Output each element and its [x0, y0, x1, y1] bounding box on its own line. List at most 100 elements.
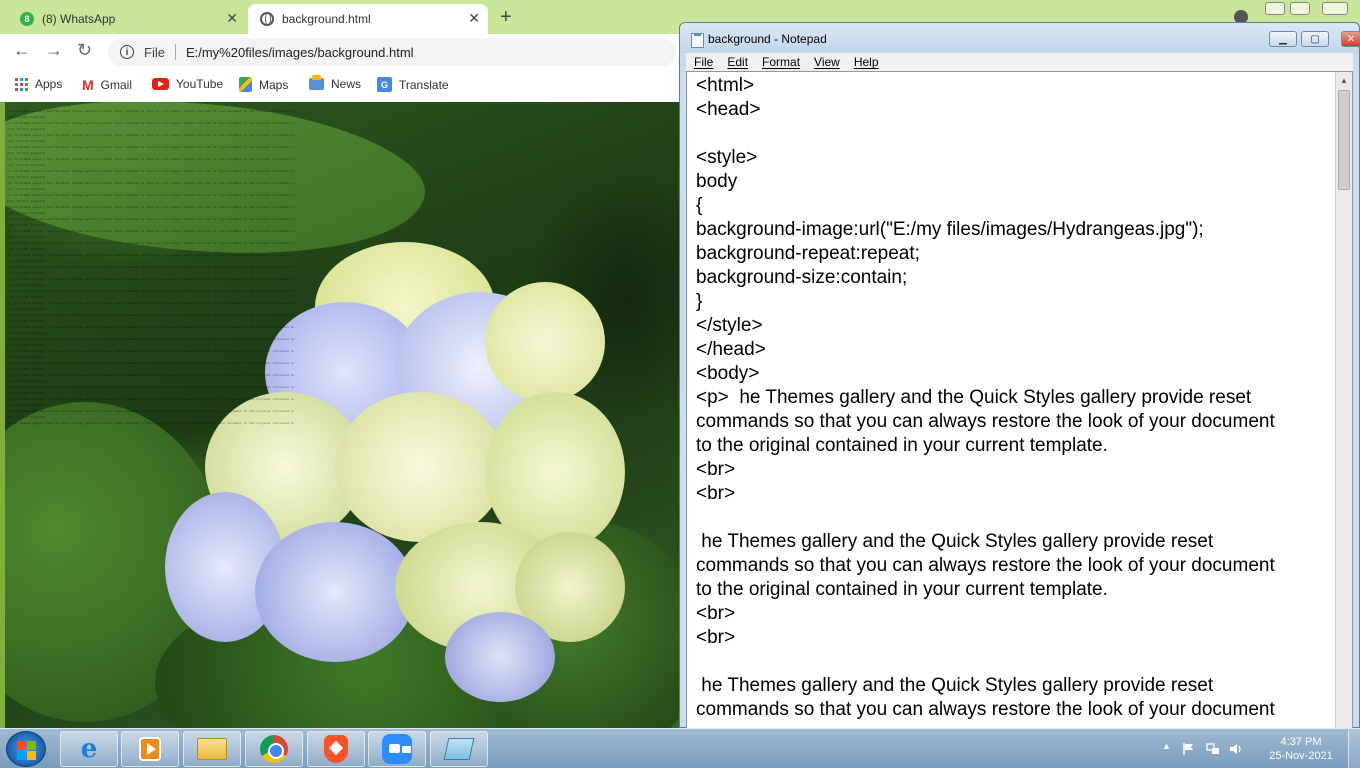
address-bar[interactable]: i File E:/my%20files/images/background.h… [108, 38, 676, 66]
bookmark-maps[interactable]: Maps [239, 77, 288, 92]
menu-format[interactable]: Format [762, 55, 800, 69]
taskbar-internet-explorer[interactable]: e [60, 731, 118, 767]
notepad-line: to the original contained in your curren… [696, 435, 1108, 456]
close-button[interactable]: ✕ [1341, 31, 1360, 47]
system-tray: ▲ 4:37 PM 25-Nov-2021 [1156, 729, 1360, 768]
maximize-button[interactable]: ▢ [1301, 31, 1329, 47]
reload-icon[interactable]: ↻ [77, 40, 92, 61]
page-paragraph-text: <p> he Themes gallery and the Quick Styl… [7, 109, 295, 428]
notepad-line: <br> [696, 627, 736, 648]
notepad-text-area[interactable]: <html> <head> <style> body {background-imag… [686, 71, 1353, 729]
back-icon[interactable]: ← [13, 40, 31, 61]
info-icon[interactable]: i [120, 45, 134, 59]
volume-icon[interactable] [1229, 742, 1243, 756]
tab-whatsapp[interactable]: 8 (8) WhatsApp ✕ [8, 4, 246, 34]
notepad-line: <style> [696, 147, 758, 168]
notepad-line: <p> he Themes gallery and the Quick Styl… [696, 387, 1252, 408]
notepad-line: he Themes gallery and the Quick Styles g… [696, 675, 1214, 696]
show-hidden-icons-icon[interactable]: ▲ [1162, 741, 1171, 751]
news-icon [309, 75, 324, 90]
scroll-up-icon[interactable]: ▲ [1336, 72, 1352, 88]
windows-logo-icon [17, 741, 26, 750]
notepad-titlebar[interactable]: background - Notepad ▁ ▢ ✕ [680, 23, 1360, 53]
menu-view[interactable]: View [814, 55, 840, 69]
bookmark-label: Gmail [100, 78, 133, 92]
notepad-line: <head> [696, 99, 761, 120]
notepad-line: <body> [696, 363, 760, 384]
notepad-line: he Themes gallery and the Quick Styles g… [696, 531, 1214, 552]
maps-icon [239, 77, 252, 92]
clock[interactable]: 4:37 PM 25-Nov-2021 [1256, 735, 1346, 763]
maximize-button[interactable] [1290, 2, 1310, 15]
network-icon[interactable] [1206, 742, 1220, 756]
minimize-button[interactable]: ▁ [1269, 31, 1297, 47]
notepad-line: commands so that you can always restore … [696, 699, 1275, 720]
bookmark-label: Translate [399, 77, 449, 92]
notepad-line: body [696, 171, 738, 192]
bookmark-gmail[interactable]: M Gmail [82, 77, 132, 93]
notepad-title: background - Notepad [708, 32, 827, 46]
translate-icon: G [377, 77, 392, 92]
address-scheme: File [144, 44, 165, 60]
youtube-icon [152, 78, 169, 90]
bookmark-label: Apps [35, 77, 63, 91]
flag-icon[interactable] [1182, 742, 1196, 756]
notepad-line: background-repeat:repeat; [696, 243, 920, 264]
clock-time: 4:37 PM [1280, 736, 1322, 748]
gmail-icon: M [82, 77, 94, 93]
notepad-line: <html> [696, 75, 755, 96]
notepad-content[interactable]: <html> <head> <style> body {background-imag… [696, 74, 1336, 722]
forward-icon[interactable]: → [45, 40, 63, 61]
notepad-icon [691, 33, 704, 48]
address-url[interactable]: E:/my%20files/images/background.html [186, 45, 414, 60]
taskbar-file-explorer[interactable] [183, 731, 241, 767]
tab-title: (8) WhatsApp [42, 12, 116, 26]
hydrangea-background-image: <p> he Themes gallery and the Quick Styl… [5, 102, 679, 728]
notepad-line [696, 650, 1336, 674]
notepad-line [696, 506, 1336, 530]
notepad-line: commands so that you can always restore … [696, 555, 1275, 576]
file-explorer-icon [197, 738, 227, 760]
media-player-icon [139, 737, 161, 761]
notepad-menubar: File Edit Format View Help [686, 53, 1353, 71]
bookmark-apps[interactable]: Apps [15, 77, 62, 91]
notepad-line: background-size:contain; [696, 267, 908, 288]
tab-background-html[interactable]: background.html ✕ [248, 4, 488, 34]
taskbar-media-player[interactable] [121, 731, 179, 767]
close-tab-icon[interactable]: ✕ [468, 10, 480, 27]
bookmark-translate[interactable]: G Translate [377, 77, 449, 92]
taskbar: e ▲ 4:37 PM 25-Nov-2021 [0, 728, 1360, 768]
start-button[interactable] [6, 731, 46, 767]
taskbar-notepad[interactable] [430, 731, 488, 767]
apps-icon [15, 77, 28, 91]
notepad-line: } [696, 291, 703, 312]
show-desktop-button[interactable] [1348, 729, 1360, 768]
close-tab-icon[interactable]: ✕ [226, 10, 238, 27]
menu-help[interactable]: Help [854, 55, 879, 69]
notepad-line: to the original contained in your curren… [696, 579, 1108, 600]
bookmark-label: News [331, 77, 362, 91]
notepad-line: background-image:url("E:/my files/images… [696, 219, 1204, 240]
taskbar-chrome[interactable] [245, 731, 303, 767]
notepad-line [696, 122, 1336, 146]
notepad-window: background - Notepad ▁ ▢ ✕ File Edit For… [679, 22, 1360, 729]
whatsapp-icon: 8 [20, 12, 34, 26]
brave-icon [324, 735, 348, 763]
bookmark-youtube[interactable]: YouTube [152, 77, 223, 91]
chrome-icon [260, 735, 288, 763]
bookmark-label: Maps [259, 77, 289, 92]
vertical-scrollbar[interactable]: ▲ [1335, 72, 1352, 728]
address-divider [174, 44, 176, 60]
menu-file[interactable]: File [694, 55, 713, 69]
taskbar-zoom[interactable] [368, 731, 426, 767]
taskbar-brave[interactable] [307, 731, 365, 767]
scrollbar-thumb[interactable] [1338, 90, 1350, 190]
notepad-line: <br> [696, 459, 736, 480]
notepad-line: <br> [696, 603, 736, 624]
close-window-button[interactable] [1322, 2, 1348, 15]
bookmark-news[interactable]: News [309, 75, 362, 91]
new-tab-button[interactable]: + [500, 6, 512, 29]
menu-edit[interactable]: Edit [727, 55, 748, 69]
minimize-button[interactable] [1265, 2, 1285, 15]
windows-logo-icon [27, 741, 36, 750]
